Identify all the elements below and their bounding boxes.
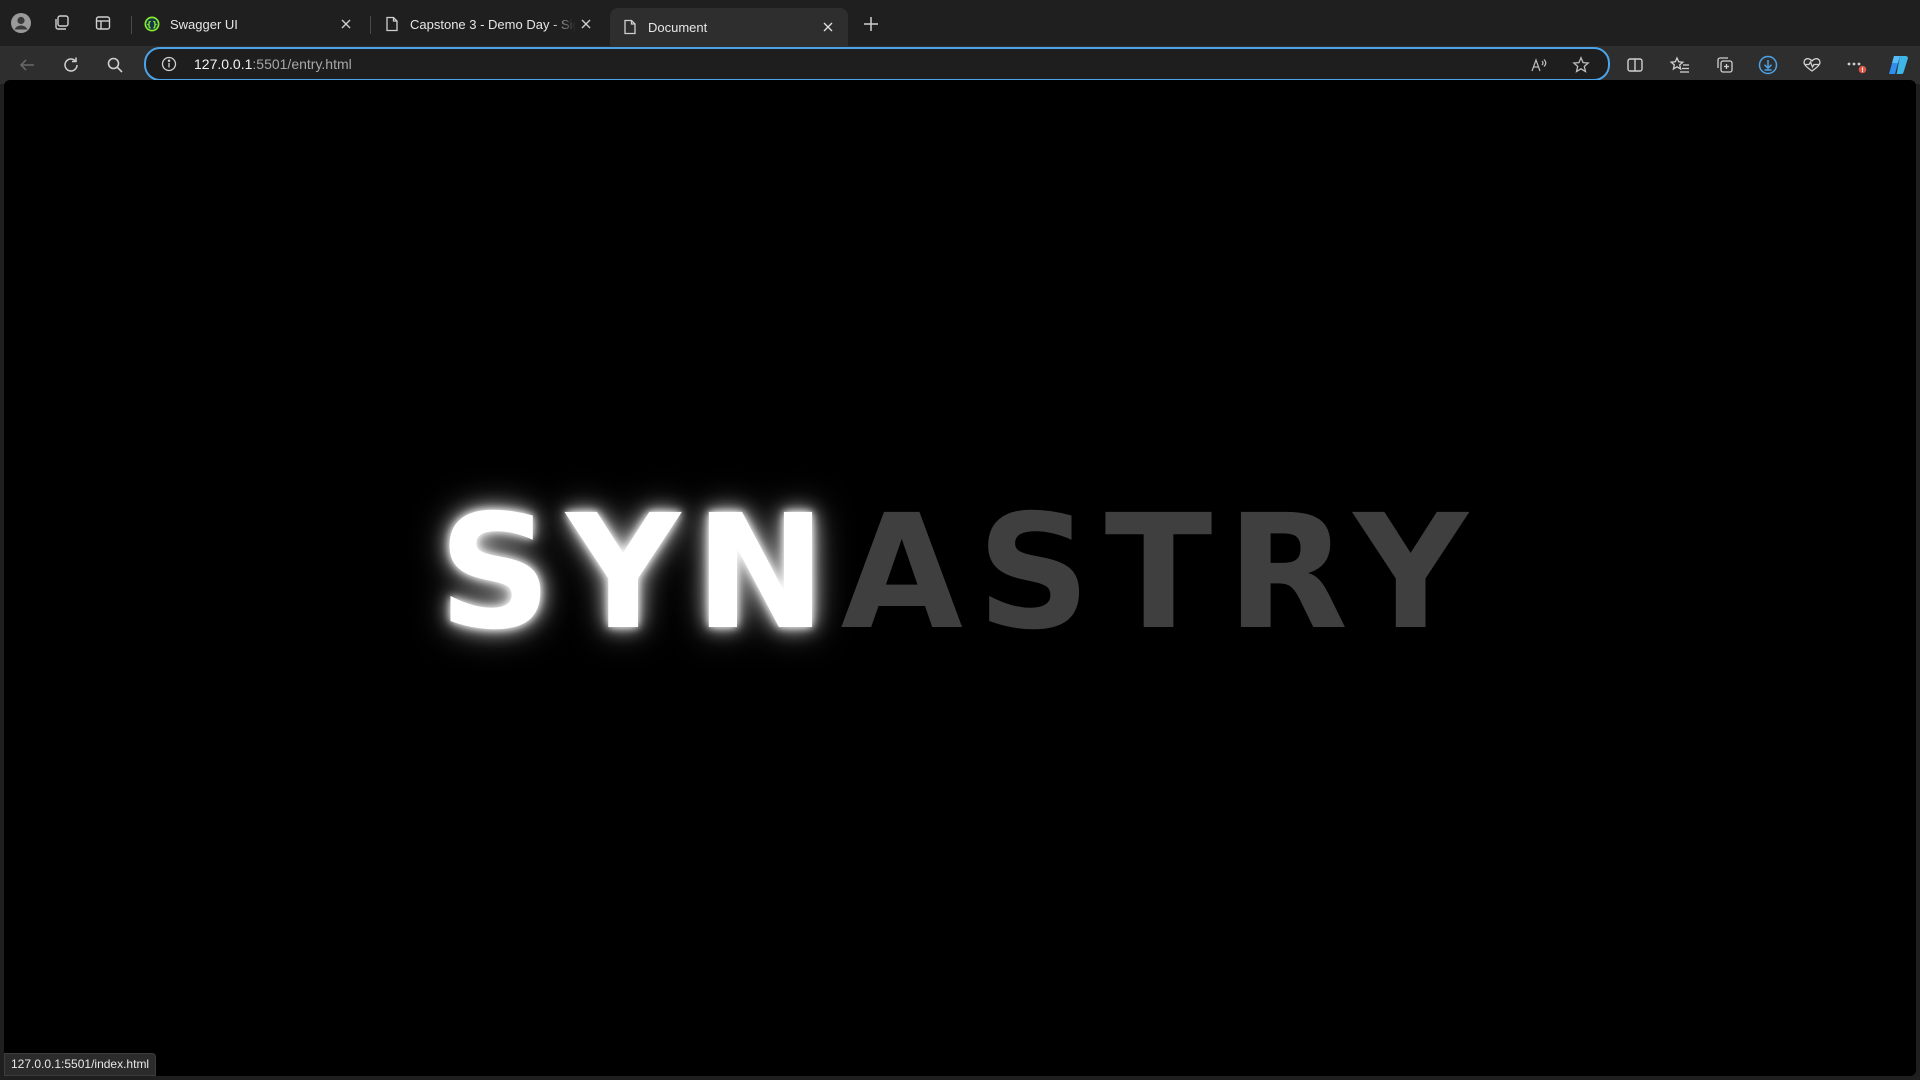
tab-document[interactable]: Document: [610, 8, 848, 46]
logo-lit-text: SYN: [438, 481, 841, 665]
more-icon[interactable]: !: [1843, 51, 1871, 79]
browser-window: {} Swagger UI Capstone 3 - Demo Day - Si…: [0, 0, 1920, 1080]
svg-text:!: !: [1861, 67, 1864, 74]
page-icon: [622, 19, 638, 35]
tab-separator: [370, 16, 371, 34]
swagger-icon: {}: [144, 16, 160, 32]
close-icon[interactable]: [336, 14, 356, 34]
url-path: :5501/entry.html: [252, 56, 352, 72]
refresh-icon[interactable]: [57, 51, 85, 79]
collections-icon[interactable]: [1711, 51, 1739, 79]
search-icon[interactable]: [101, 51, 129, 79]
tab-title: Swagger UI: [170, 16, 238, 32]
synastry-logo: SYNASTRY: [4, 494, 1916, 652]
navigation-toolbar: 127.0.0.1:5501/entry.html !: [0, 46, 1920, 84]
favorites-icon[interactable]: [1666, 51, 1694, 79]
profile-icon[interactable]: [8, 10, 34, 36]
read-aloud-icon[interactable]: [1528, 54, 1550, 76]
close-icon[interactable]: [818, 17, 838, 37]
workspaces-icon[interactable]: [49, 10, 75, 36]
downloads-icon[interactable]: [1754, 51, 1782, 79]
copilot-icon[interactable]: [1884, 51, 1912, 79]
tab-strip: {} Swagger UI Capstone 3 - Demo Day - Si…: [0, 0, 1920, 46]
page-icon: [384, 16, 400, 32]
site-info-icon[interactable]: [160, 55, 178, 73]
page-content: SYNASTRY: [4, 80, 1916, 1076]
tab-actions-icon[interactable]: [90, 10, 116, 36]
performance-icon[interactable]: [1798, 51, 1826, 79]
svg-text:{}: {}: [146, 20, 157, 29]
split-screen-icon[interactable]: [1621, 51, 1649, 79]
back-icon[interactable]: [13, 51, 41, 79]
address-bar[interactable]: 127.0.0.1:5501/entry.html: [144, 47, 1610, 81]
tab-swagger-ui[interactable]: {} Swagger UI: [132, 8, 366, 40]
tab-title: Document: [648, 19, 708, 35]
favorite-star-icon[interactable]: [1570, 54, 1592, 76]
tab-capstone-demo-day[interactable]: Capstone 3 - Demo Day - Sign: [372, 8, 606, 40]
new-tab-button[interactable]: [858, 11, 884, 37]
status-bar-link-preview: 127.0.0.1:5501/index.html: [4, 1053, 157, 1076]
logo-dim-text: ASTRY: [840, 481, 1482, 665]
url-host: 127.0.0.1: [194, 56, 253, 72]
close-icon[interactable]: [576, 14, 596, 34]
tab-title: Capstone 3 - Demo Day - Sign: [410, 16, 576, 32]
address-url[interactable]: 127.0.0.1:5501/entry.html: [194, 56, 352, 72]
